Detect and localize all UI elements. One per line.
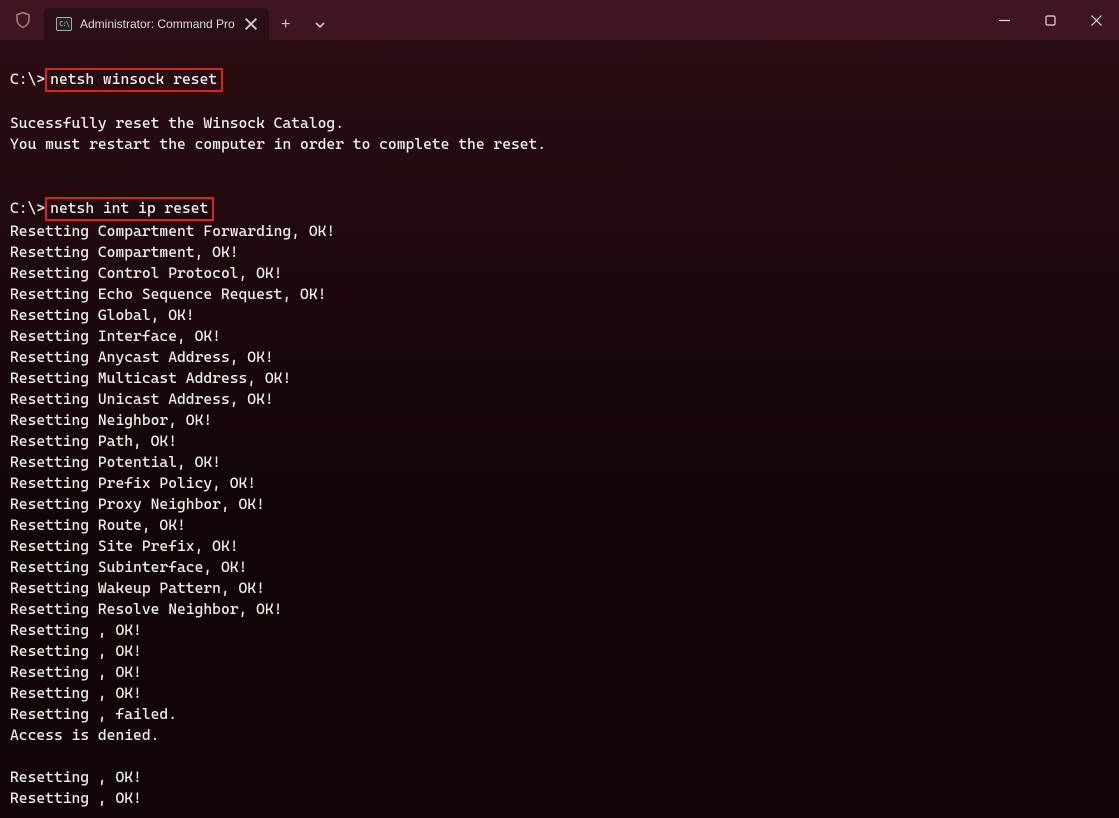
output-line: Resetting Route, OK! [10,515,1109,536]
shield-icon [14,11,32,29]
output-line: Resetting Resolve Neighbor, OK! [10,599,1109,620]
output-line: Resetting Interface, OK! [10,326,1109,347]
highlighted-command: netsh winsock reset [45,68,223,92]
terminal-block: C:\>netsh int ip resetResetting Compartm… [10,197,1109,809]
output-line: Resetting Path, OK! [10,431,1109,452]
output-line: Resetting Proxy Neighbor, OK! [10,494,1109,515]
cmd-icon: C:\ [56,17,72,31]
output-line: Resetting Global, OK! [10,305,1109,326]
highlighted-command: netsh int ip reset [45,197,214,221]
output-line: Resetting Compartment, OK! [10,242,1109,263]
output-line: Resetting , OK! [10,767,1109,788]
close-tab-button[interactable] [243,16,259,32]
output-line: Resetting Control Protocol, OK! [10,263,1109,284]
output-line: You must restart the computer in order t… [10,134,1109,155]
maximize-button[interactable] [1027,0,1073,40]
close-window-button[interactable] [1073,0,1119,40]
output-line: Resetting , OK! [10,788,1109,809]
output-line: Resetting Site Prefix, OK! [10,536,1109,557]
command-line: C:\>netsh winsock reset [10,68,1109,92]
output-line: Resetting Subinterface, OK! [10,557,1109,578]
output-line: Access is denied. [10,725,1109,746]
terminal-window: C:\ Administrator: Command Pro + [0,0,1119,818]
output-line [10,155,1109,176]
output-line: Resetting Multicast Address, OK! [10,368,1109,389]
output-line: Resetting Potential, OK! [10,452,1109,473]
output-line: Resetting Wakeup Pattern, OK! [10,578,1109,599]
output-line [10,746,1109,767]
terminal-output[interactable]: C:\>netsh winsock reset Sucessfully rese… [0,40,1119,818]
minimize-button[interactable] [981,0,1027,40]
app-icon-area [0,0,38,40]
output-line: Resetting , failed. [10,704,1109,725]
tab-label: Administrator: Command Pro [80,17,235,31]
output-line [10,92,1109,113]
titlebar[interactable]: C:\ Administrator: Command Pro + [0,0,1119,40]
output-line: Resetting Neighbor, OK! [10,410,1109,431]
output-line: Resetting , OK! [10,683,1109,704]
command-line: C:\>netsh int ip reset [10,197,1109,221]
titlebar-drag-area[interactable] [337,0,981,40]
tabs-strip: C:\ Administrator: Command Pro + [38,0,337,40]
output-line: Resetting Anycast Address, OK! [10,347,1109,368]
output-line: Resetting Prefix Policy, OK! [10,473,1109,494]
output-line: Resetting Echo Sequence Request, OK! [10,284,1109,305]
output-line: Resetting Compartment Forwarding, OK! [10,221,1109,242]
output-line: Sucessfully reset the Winsock Catalog. [10,113,1109,134]
output-line: Resetting , OK! [10,662,1109,683]
terminal-block: C:\>netsh winsock reset Sucessfully rese… [10,68,1109,176]
output-line: Resetting Unicast Address, OK! [10,389,1109,410]
output-line: Resetting , OK! [10,620,1109,641]
prompt-text: C:\> [10,199,45,217]
tab-dropdown-button[interactable] [303,10,337,40]
window-controls [981,0,1119,40]
new-tab-button[interactable]: + [269,10,303,40]
tab-command-prompt[interactable]: C:\ Administrator: Command Pro [44,8,269,40]
prompt-text: C:\> [10,70,45,88]
output-line: Resetting , OK! [10,641,1109,662]
